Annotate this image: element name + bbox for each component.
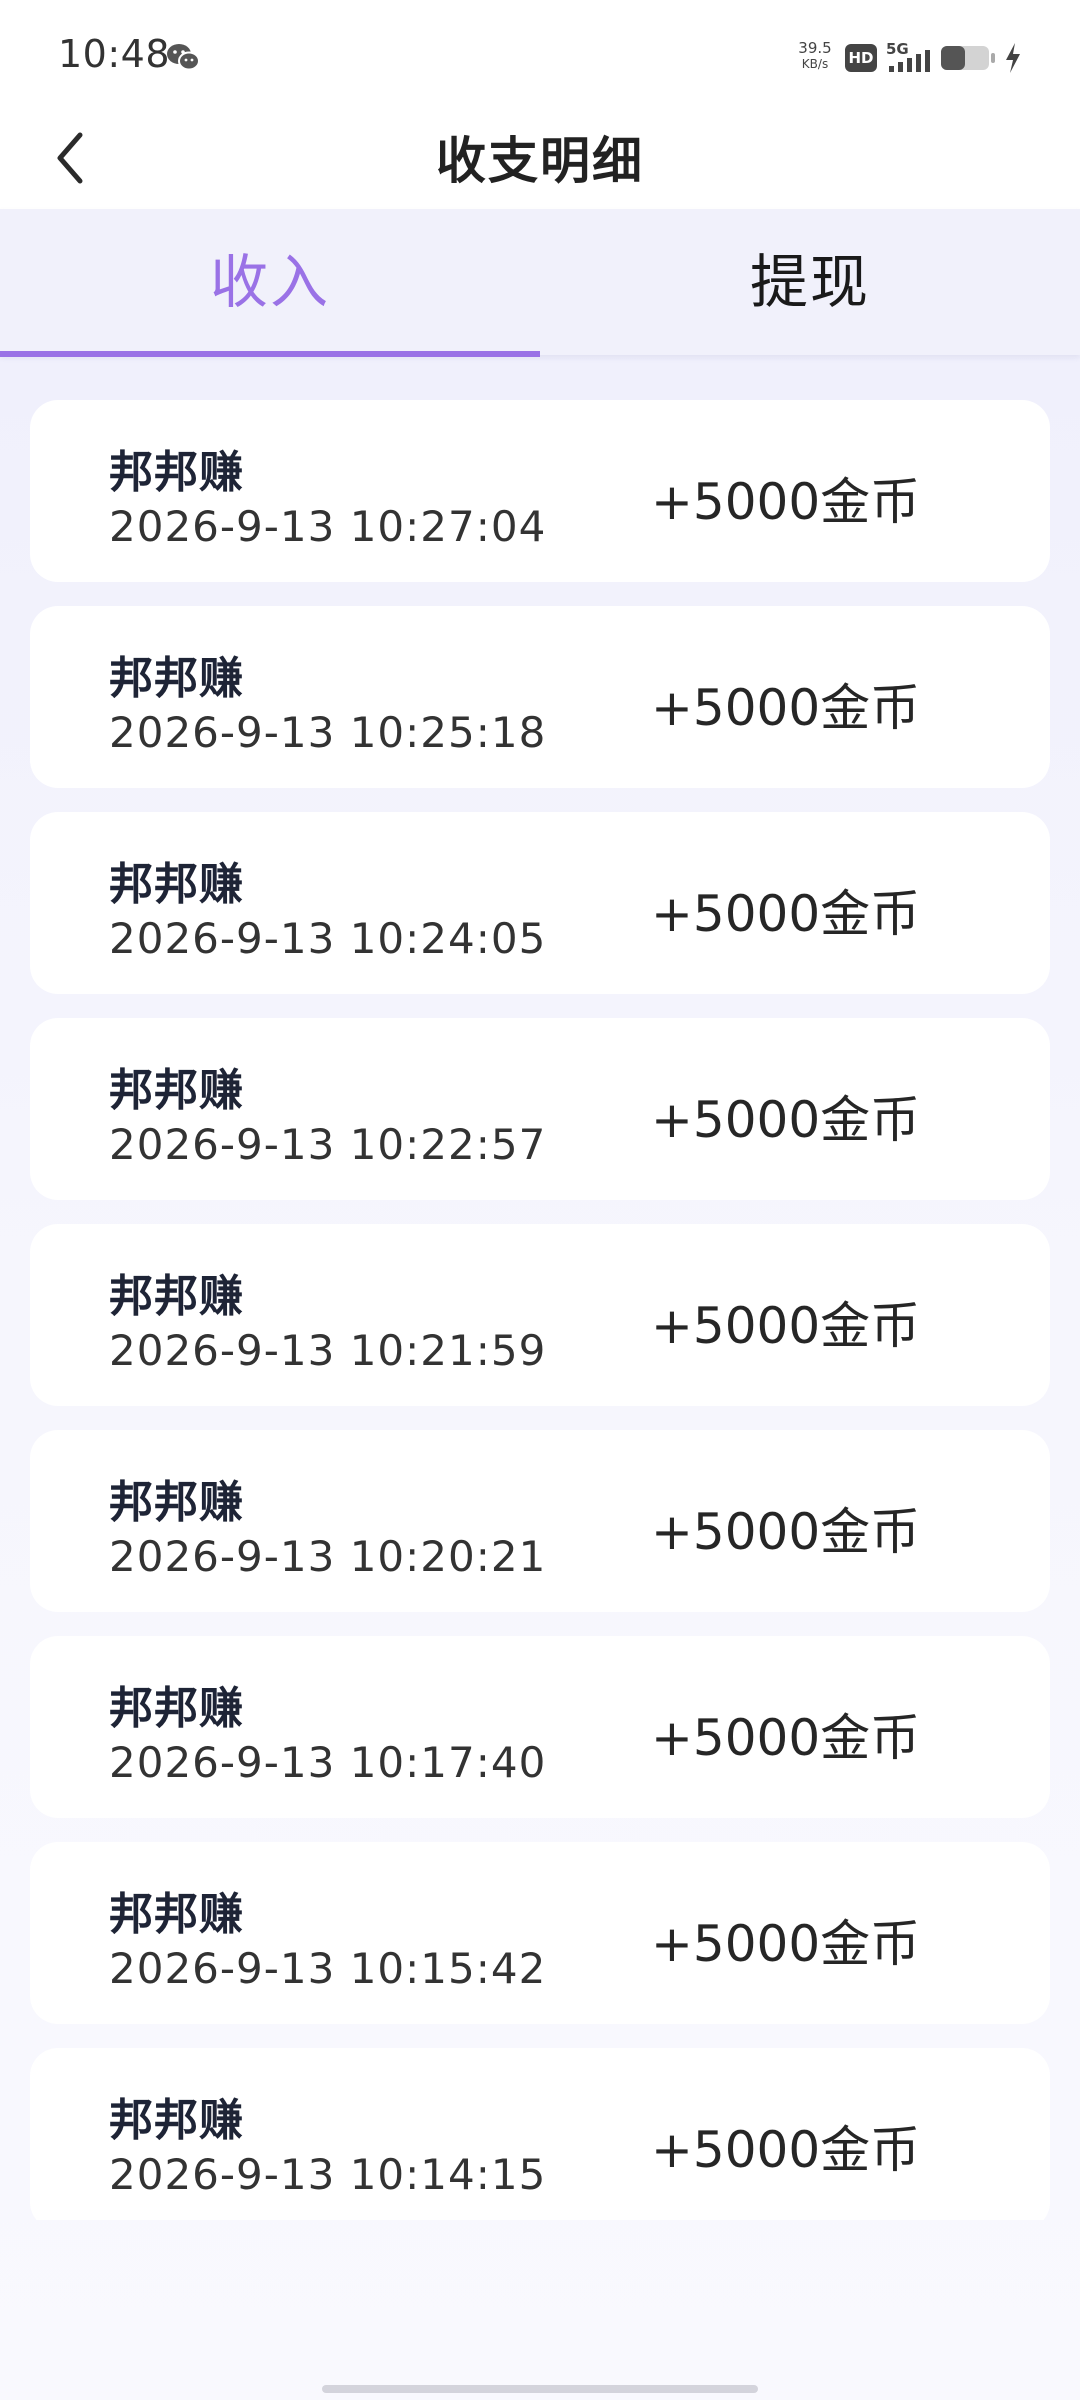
record-amount: +5000金币 (651, 1915, 921, 1973)
header: 收支明细 (0, 115, 1080, 209)
record-amount: +5000金币 (651, 1503, 921, 1561)
network-speed-value: 39.5 (798, 39, 832, 57)
record-time: 2026-9-13 10:22:57 (109, 1120, 547, 1169)
record-item[interactable]: 邦邦赚 2026-9-13 10:17:40 +5000金币 (30, 1636, 1050, 1818)
status-time: 10:48 (58, 32, 171, 76)
record-source: 邦邦赚 (109, 1683, 244, 1734)
record-source: 邦邦赚 (109, 653, 244, 704)
income-record-list[interactable]: 邦邦赚 2026-9-13 10:27:04 +5000金币 邦邦赚 2026-… (30, 400, 1050, 2220)
record-time: 2026-9-13 10:27:04 (109, 502, 547, 551)
record-source: 邦邦赚 (109, 1065, 244, 1116)
record-source: 邦邦赚 (109, 447, 244, 498)
record-source: 邦邦赚 (109, 859, 244, 910)
record-item[interactable]: 邦邦赚 2026-9-13 10:24:05 +5000金币 (30, 812, 1050, 994)
record-amount: +5000金币 (651, 679, 921, 737)
record-time: 2026-9-13 10:21:59 (109, 1326, 547, 1375)
record-item[interactable]: 邦邦赚 2026-9-13 10:21:59 +5000金币 (30, 1224, 1050, 1406)
page-title: 收支明细 (436, 132, 644, 190)
record-item[interactable]: 邦邦赚 2026-9-13 10:14:15 +5000金币 (30, 2048, 1050, 2220)
record-item[interactable]: 邦邦赚 2026-9-13 10:25:18 +5000金币 (30, 606, 1050, 788)
signal-5g-icon: 5G (886, 40, 930, 72)
record-amount: +5000金币 (651, 1091, 921, 1149)
record-time: 2026-9-13 10:14:15 (109, 2150, 547, 2199)
record-item[interactable]: 邦邦赚 2026-9-13 10:27:04 +5000金币 (30, 400, 1050, 582)
record-time: 2026-9-13 10:15:42 (109, 1944, 547, 1993)
record-item[interactable]: 邦邦赚 2026-9-13 10:22:57 +5000金币 (30, 1018, 1050, 1200)
network-speed: 39.5 KB/s (792, 40, 838, 72)
record-time: 2026-9-13 10:25:18 (109, 708, 547, 757)
record-amount: +5000金币 (651, 473, 921, 531)
wechat-icon (167, 44, 200, 71)
active-tab-indicator (0, 351, 540, 357)
record-time: 2026-9-13 10:17:40 (109, 1738, 547, 1787)
record-amount: +5000金币 (651, 2121, 921, 2179)
record-item[interactable]: 邦邦赚 2026-9-13 10:20:21 +5000金币 (30, 1430, 1050, 1612)
record-source: 邦邦赚 (109, 1477, 244, 1528)
record-source: 邦邦赚 (109, 1889, 244, 1940)
tab-withdraw[interactable]: 提现 (540, 209, 1080, 355)
record-amount: +5000金币 (651, 1297, 921, 1355)
record-amount: +5000金币 (651, 885, 921, 943)
hd-icon: HD (845, 44, 877, 72)
record-amount: +5000金币 (651, 1709, 921, 1767)
record-time: 2026-9-13 10:20:21 (109, 1532, 547, 1581)
record-time: 2026-9-13 10:24:05 (109, 914, 547, 963)
network-type-label: 5G (886, 40, 909, 58)
record-source: 邦邦赚 (109, 2095, 244, 2146)
charging-icon (1006, 43, 1020, 73)
home-indicator[interactable] (322, 2385, 758, 2393)
tab-bar: 收入 提现 (0, 209, 1080, 357)
status-bar: 10:48 39.5 KB/s HD 5G (0, 0, 1080, 115)
battery-icon (941, 46, 995, 70)
network-speed-unit: KB/s (801, 57, 829, 71)
record-item[interactable]: 邦邦赚 2026-9-13 10:15:42 +5000金币 (30, 1842, 1050, 2024)
tab-income[interactable]: 收入 (0, 209, 540, 355)
record-source: 邦邦赚 (109, 1271, 244, 1322)
